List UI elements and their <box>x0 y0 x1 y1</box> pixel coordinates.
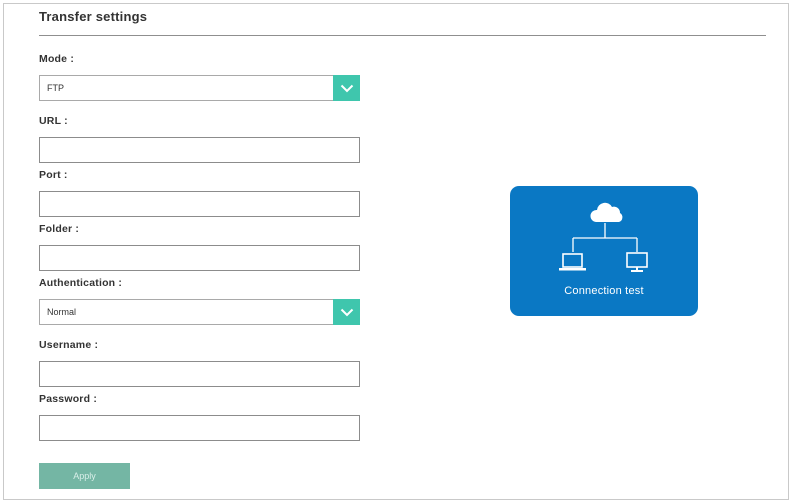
port-label: Port : <box>39 169 68 181</box>
mode-label: Mode : <box>39 53 75 65</box>
username-label: Username : <box>39 339 99 351</box>
password-label: Password : <box>39 393 98 405</box>
folder-label: Folder : <box>39 223 80 235</box>
mode-select-value: FTP <box>47 83 64 93</box>
title-divider <box>39 35 766 36</box>
mode-select[interactable]: FTP <box>39 75 360 101</box>
chevron-down-icon[interactable] <box>333 75 360 101</box>
chevron-down-icon[interactable] <box>333 299 360 325</box>
authentication-label: Authentication : <box>39 277 123 289</box>
url-input[interactable] <box>39 137 360 163</box>
port-input[interactable] <box>39 191 360 217</box>
folder-input[interactable] <box>39 245 360 271</box>
network-lines <box>572 223 638 252</box>
username-input[interactable] <box>39 361 360 387</box>
url-label: URL : <box>39 115 68 127</box>
desktop-icon <box>626 252 648 272</box>
authentication-select-value: Normal <box>47 307 77 317</box>
connection-test-button[interactable]: Connection test <box>510 186 698 316</box>
authentication-select[interactable]: Normal <box>39 299 360 325</box>
apply-button[interactable]: Apply <box>39 463 130 489</box>
section-title: Transfer settings <box>39 9 148 24</box>
laptop-icon <box>559 253 586 271</box>
cloud-icon <box>590 202 623 222</box>
password-input[interactable] <box>39 415 360 441</box>
connection-test-label: Connection test <box>564 285 644 297</box>
